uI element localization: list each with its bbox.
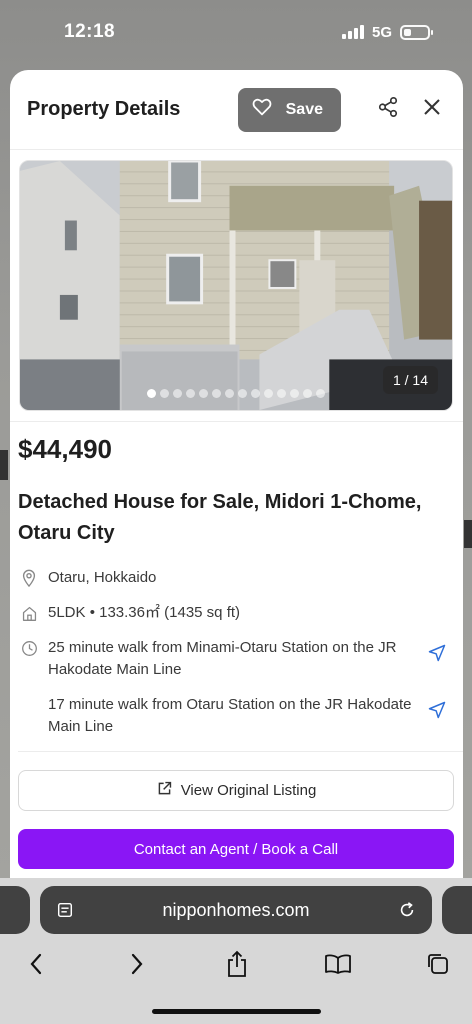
carousel-dot[interactable] — [303, 389, 312, 398]
navigation-arrow-icon[interactable] — [427, 643, 451, 667]
carousel-dot[interactable] — [290, 389, 299, 398]
transit-row: 17 minute walk from Otaru Station on the… — [18, 694, 451, 738]
close-icon — [423, 98, 441, 121]
transit-text: 17 minute walk from Otaru Station on the… — [48, 696, 412, 735]
home-indicator[interactable] — [152, 1009, 321, 1014]
tabs-icon[interactable] — [422, 948, 454, 980]
status-indicators: 5G — [341, 23, 433, 41]
navigation-arrow-icon[interactable] — [427, 700, 451, 724]
carousel-dot[interactable] — [225, 389, 234, 398]
url-text: nipponhomes.com — [162, 899, 310, 920]
external-link-icon — [156, 780, 173, 801]
chevron-left-icon[interactable] — [20, 948, 52, 980]
browser-toolbar — [0, 946, 472, 982]
carousel-dot[interactable] — [160, 389, 169, 398]
property-price: $44,490 — [18, 434, 112, 464]
share-button[interactable] — [373, 95, 403, 125]
signal-icon — [341, 25, 364, 39]
next-tab-peek[interactable] — [442, 886, 472, 934]
property-photo-carousel[interactable]: 1 / 14 — [19, 160, 453, 411]
modal-title: Property Details — [27, 98, 181, 120]
photo-counter: 1 / 14 — [382, 366, 438, 394]
carousel-dots — [147, 389, 325, 398]
transit-text: 25 minute walk from Minami-Otaru Station… — [48, 639, 397, 678]
view-original-listing-button[interactable]: View Original Listing — [18, 770, 454, 811]
reload-icon[interactable] — [382, 901, 432, 919]
chevron-right-icon[interactable] — [121, 948, 153, 980]
reader-icon[interactable] — [40, 901, 90, 919]
transit-row: 25 minute walk from Minami-Otaru Station… — [18, 637, 451, 681]
property-details-modal: Property Details Save 1 / 14 $44,490 Det… — [10, 70, 463, 880]
view-original-listing-label: View Original Listing — [180, 782, 317, 799]
heart-icon — [252, 98, 272, 121]
background-edge-marker — [464, 520, 472, 548]
carousel-dot[interactable] — [186, 389, 195, 398]
book-icon[interactable] — [322, 948, 354, 980]
save-button[interactable]: Save — [237, 87, 341, 132]
save-button-label: Save — [285, 100, 323, 118]
network-type: 5G — [371, 23, 392, 41]
layout-text: 5LDK • 133.36㎡ (1435 sq ft) — [48, 604, 241, 621]
home-icon — [18, 602, 40, 624]
carousel-dot[interactable] — [251, 389, 260, 398]
close-button[interactable] — [417, 95, 447, 125]
contact-agent-button[interactable]: Contact an Agent / Book a Call — [18, 829, 454, 869]
carousel-dot[interactable] — [212, 389, 221, 398]
carousel-dot[interactable] — [173, 389, 182, 398]
share-icon — [377, 96, 399, 123]
location-text: Otaru, Hokkaido — [48, 569, 157, 586]
share-icon[interactable] — [221, 948, 253, 980]
location-row: Otaru, Hokkaido — [18, 567, 451, 589]
status-bar: 12:18 5G — [0, 0, 472, 64]
browser-bottom-bar: nipponhomes.com — [0, 878, 472, 1024]
listing-title: Detached House for Sale, Midori 1-Chome,… — [18, 491, 422, 544]
status-time: 12:18 — [64, 21, 116, 42]
carousel-dot[interactable] — [264, 389, 273, 398]
clock-icon — [18, 637, 40, 659]
carousel-dot[interactable] — [199, 389, 208, 398]
battery-icon — [400, 24, 433, 40]
carousel-dot[interactable] — [316, 389, 325, 398]
divider — [18, 751, 463, 752]
pin-icon — [18, 567, 40, 589]
layout-row: 5LDK • 133.36㎡ (1435 sq ft) — [18, 602, 451, 624]
modal-header: Property Details Save — [10, 70, 463, 150]
property-info-list: Otaru, Hokkaido 5LDK • 133.36㎡ (1435 sq … — [10, 549, 463, 738]
previous-tab-peek[interactable] — [0, 886, 30, 934]
background-edge-marker — [0, 450, 8, 480]
carousel-dot[interactable] — [277, 389, 286, 398]
address-bar[interactable]: nipponhomes.com — [40, 886, 432, 934]
carousel-dot[interactable] — [238, 389, 247, 398]
carousel-dot[interactable] — [147, 389, 156, 398]
